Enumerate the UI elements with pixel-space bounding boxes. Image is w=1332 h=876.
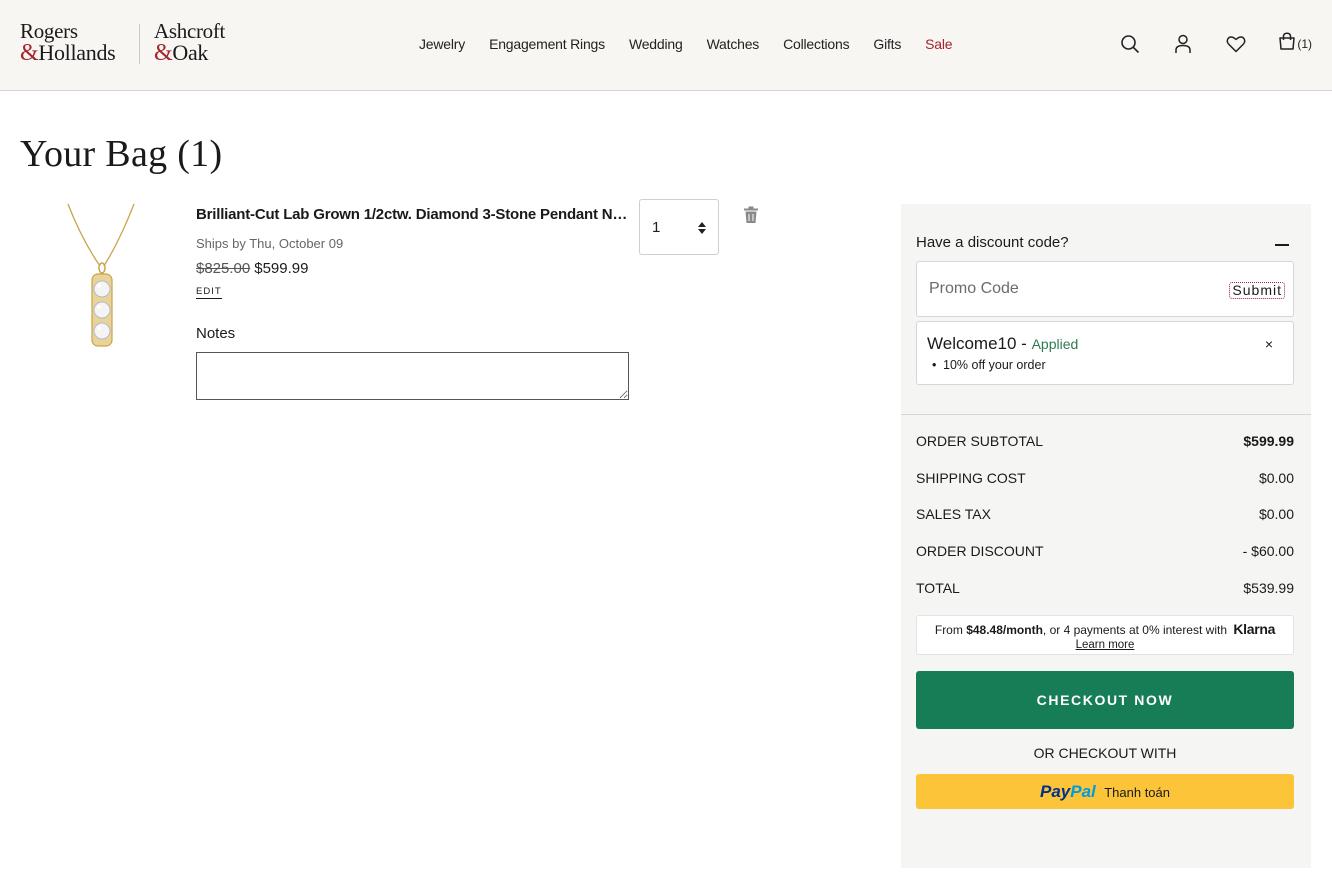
paypal-logo-pay: Pay	[1039, 782, 1071, 801]
order-summary: Have a discount code? Submit Welcome10 -…	[901, 204, 1311, 868]
row-value: $0.00	[1258, 470, 1294, 486]
discount-code-name: Welcome10 -	[927, 334, 1027, 353]
row-value: $599.99	[1243, 433, 1294, 449]
product-price: $825.00 $599.99	[196, 260, 308, 277]
klarna-banner: From $48.48/month, or 4 payments at 0% i…	[916, 615, 1294, 655]
row-label: SALES TAX	[916, 506, 991, 522]
main-nav: Jewelry Engagement Rings Wedding Watches…	[419, 36, 976, 52]
nav-wedding[interactable]: Wedding	[629, 36, 683, 52]
product-image[interactable]	[52, 200, 152, 352]
close-icon[interactable]: ×	[1265, 336, 1273, 352]
heart-icon[interactable]	[1225, 33, 1247, 55]
nav-collections[interactable]: Collections	[783, 36, 849, 52]
klarna-learn-more-link[interactable]: Learn more	[917, 639, 1293, 651]
applied-code: Welcome10 - Applied	[927, 334, 1078, 354]
sales-tax-row: SALES TAX $0.00	[916, 506, 1294, 522]
logo-line-1: Rogers	[20, 19, 78, 43]
minus-icon[interactable]	[1275, 244, 1289, 246]
promo-submit-button[interactable]: Submit	[1229, 282, 1285, 299]
discount-heading: Have a discount code?	[916, 234, 1069, 251]
nav-watches[interactable]: Watches	[707, 36, 760, 52]
search-icon[interactable]	[1119, 33, 1141, 55]
nav-sale[interactable]: Sale	[925, 36, 952, 52]
paypal-label: Thanh toán	[1104, 785, 1170, 800]
row-label: SHIPPING COST	[916, 470, 1026, 486]
order-discount-row: ORDER DISCOUNT - $60.00	[916, 543, 1294, 559]
shipping-cost-row: SHIPPING COST $0.00	[916, 470, 1294, 486]
klarna-from: From	[934, 623, 963, 637]
logo-divider	[139, 24, 140, 64]
ashcroft-oak-logo[interactable]: Ashcroft &Oak	[154, 19, 226, 66]
total-row: TOTAL $539.99	[916, 580, 1294, 596]
order-subtotal-row: ORDER SUBTOTAL $599.99	[916, 433, 1294, 449]
product-name[interactable]: Brilliant-Cut Lab Grown 1/2ctw. Diamond …	[196, 206, 632, 223]
applied-status: Applied	[1031, 336, 1079, 352]
applied-description: 10% off your order	[932, 358, 1046, 372]
or-checkout-label: OR CHECKOUT WITH	[1033, 745, 1177, 761]
summary-divider	[901, 414, 1311, 415]
logo-word: Oak	[172, 40, 209, 65]
quantity-select[interactable]: 1	[639, 199, 719, 255]
notes-label: Notes	[196, 325, 236, 342]
original-price: $825.00	[196, 260, 251, 277]
paypal-button[interactable]: PayPal Thanh toán	[916, 774, 1294, 809]
nav-gifts[interactable]: Gifts	[873, 36, 901, 52]
row-value: - $60.00	[1242, 543, 1294, 559]
page-title: Your Bag (1)	[20, 133, 223, 175]
checkout-button[interactable]: CHECKOUT NOW	[916, 671, 1294, 729]
paypal-logo-pal: Pal	[1070, 782, 1096, 801]
logo-ampersand: &	[20, 40, 39, 66]
rogers-hollands-logo[interactable]: Rogers &Hollands	[20, 19, 116, 66]
logo-line-1: Ashcroft	[154, 19, 226, 43]
user-icon[interactable]	[1172, 33, 1194, 55]
promo-code-box: Submit	[916, 261, 1294, 317]
updown-arrows-icon	[698, 221, 706, 239]
row-value: $0.00	[1258, 506, 1294, 522]
quantity-value: 1	[652, 219, 661, 236]
klarna-logo: Klarna	[1233, 621, 1276, 637]
promo-code-input[interactable]	[917, 262, 1217, 316]
applied-discount: Welcome10 - Applied 10% off your order ×	[916, 321, 1294, 385]
logo-word: Hollands	[38, 40, 116, 65]
row-label: ORDER SUBTOTAL	[916, 433, 1044, 449]
logo-line-2: &Hollands	[20, 40, 116, 66]
trash-icon[interactable]	[743, 206, 761, 224]
nav-engagement-rings[interactable]: Engagement Rings	[489, 36, 605, 52]
bag-button[interactable]: (1)	[1278, 32, 1312, 55]
row-value: $539.99	[1243, 580, 1294, 596]
header-actions: (1)	[1088, 32, 1312, 55]
ship-date: Ships by Thu, October 09	[196, 236, 344, 251]
edit-link[interactable]: EDIT	[196, 286, 222, 299]
row-label: ORDER DISCOUNT	[916, 543, 1044, 559]
klarna-terms: , or 4 payments at 0% interest with	[1042, 623, 1227, 637]
site-header: Rogers &Hollands Ashcroft &Oak Jewelry E…	[0, 0, 1332, 91]
logo-ampersand: &	[154, 40, 173, 66]
notes-field[interactable]	[196, 352, 629, 400]
nav-jewelry[interactable]: Jewelry	[419, 36, 465, 52]
logo-line-2: &Oak	[154, 40, 225, 66]
row-label: TOTAL	[916, 580, 960, 596]
bag-count: (1)	[1297, 36, 1312, 51]
bag-icon	[1278, 32, 1296, 55]
current-price: $599.99	[254, 260, 309, 277]
klarna-amount: $48.48/month	[966, 623, 1043, 637]
